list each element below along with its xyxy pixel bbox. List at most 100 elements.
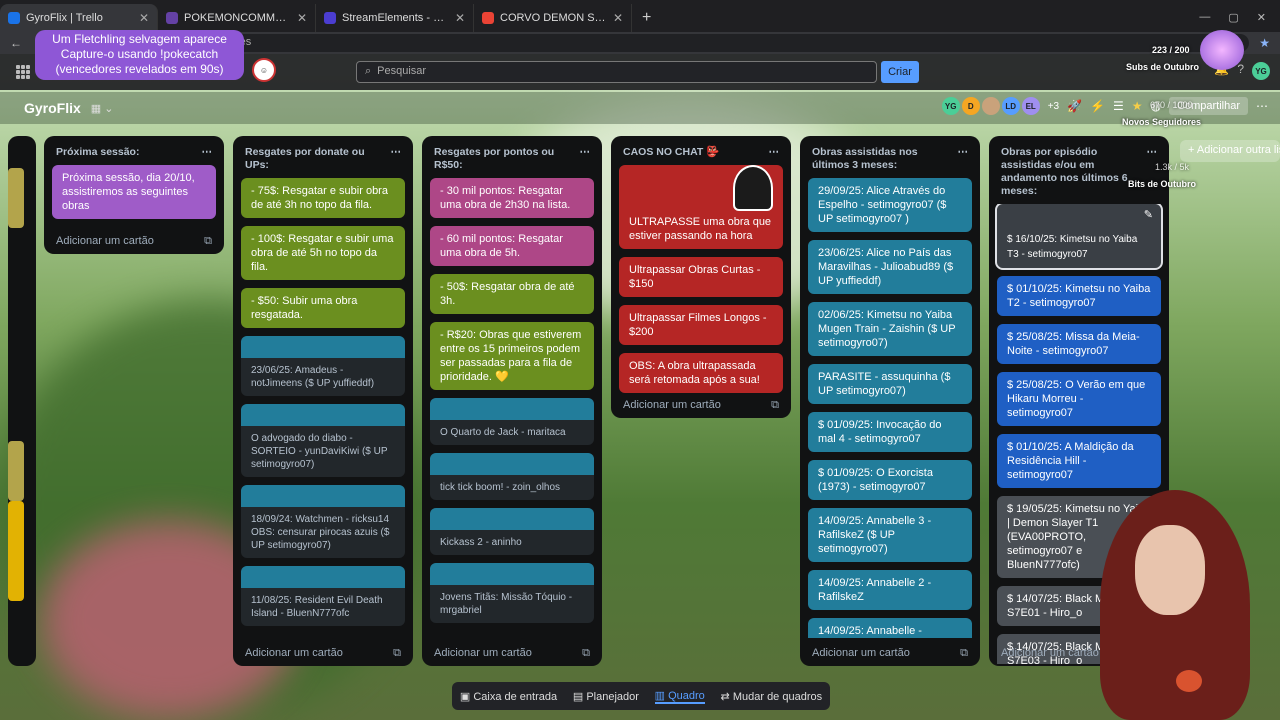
list-title[interactable]: CAOS NO CHAT 👺 <box>623 146 719 159</box>
browser-tab-trello[interactable]: GyroFlix | Trello ✕ <box>0 4 158 32</box>
card[interactable]: 14/09/25: Annabelle - <box>808 618 972 638</box>
list-title[interactable]: Resgates por pontos ou R$50: <box>434 146 580 172</box>
card-cover <box>430 563 594 585</box>
member-avatar-el[interactable]: EL <box>1021 97 1040 115</box>
card[interactable]: - 60 mil pontos: Resgatar uma obra de 5h… <box>430 226 594 266</box>
close-icon[interactable]: ✕ <box>139 11 149 25</box>
minimize-icon[interactable]: — <box>1199 11 1210 24</box>
template-icon[interactable]: ⧉ <box>204 235 212 248</box>
card[interactable]: $ 25/08/25: O Verão em que Hikaru Morreu… <box>997 372 1161 426</box>
card[interactable]: - 100$: Resgatar e subir uma obra de até… <box>241 226 405 280</box>
close-icon[interactable]: ✕ <box>455 11 465 25</box>
filter-icon[interactable]: ☰ <box>1113 99 1124 113</box>
template-icon[interactable]: ⧉ <box>960 647 968 660</box>
member-avatar-yg[interactable]: YG <box>941 97 960 115</box>
list-menu-icon[interactable]: ⋯ <box>580 146 591 172</box>
card-selected[interactable]: ✎ $ 16/10/25: Kimetsu no Yaiba T3 - seti… <box>995 204 1163 270</box>
add-card-button[interactable]: Adicionar um cartão⧉ <box>623 399 779 412</box>
list-title[interactable]: Resgates por donate ou UPs: <box>245 146 391 172</box>
add-card-button[interactable]: Adicionar um cartão⧉ <box>56 235 212 248</box>
board-view-icon[interactable]: ▦ ⌄ <box>91 102 114 115</box>
card[interactable]: 23/06/25: Amadeus - notJimeens ($ UP yuf… <box>241 336 405 396</box>
close-icon[interactable]: ✕ <box>613 11 623 25</box>
partial-card[interactable] <box>8 168 24 228</box>
card[interactable]: $ 01/09/25: Invocação do mal 4 - setimog… <box>808 412 972 452</box>
card[interactable]: Ultrapassar Filmes Longos - $200 <box>619 305 783 345</box>
template-icon[interactable]: ⧉ <box>393 647 401 660</box>
card[interactable]: O advogado do diabo - SORTEIO - yunDaviK… <box>241 404 405 477</box>
help-icon[interactable]: ? <box>1237 62 1244 80</box>
browser-tab-pokemon[interactable]: POKEMONCOMMUNITYGAME ✕ <box>158 4 316 32</box>
card[interactable]: Ultrapassar Obras Curtas - $150 <box>619 257 783 297</box>
member-avatar-ld[interactable]: LD <box>1001 97 1020 115</box>
partial-card[interactable] <box>8 441 24 501</box>
list-menu-icon[interactable]: ⋯ <box>391 146 402 172</box>
card[interactable]: $ 01/10/25: Kimetsu no Yaiba T2 - setimo… <box>997 276 1161 316</box>
maximize-icon[interactable]: ▢ <box>1228 11 1238 24</box>
new-tab-button[interactable]: + <box>632 4 661 32</box>
bits-count: 1.3k / 5k <box>1155 162 1190 172</box>
back-icon[interactable]: ← <box>10 36 22 50</box>
card[interactable]: OBS: A obra ultrapassada será retomada a… <box>619 353 783 393</box>
member-count[interactable]: +3 <box>1048 101 1059 112</box>
search-input[interactable]: ⌕ Pesquisar <box>356 61 877 83</box>
create-button[interactable]: Criar <box>881 61 919 83</box>
card[interactable]: - R$20: Obras que estiverem entre os 15 … <box>430 322 594 390</box>
template-icon[interactable]: ⧉ <box>582 647 590 660</box>
card[interactable]: ULTRAPASSE uma obra que estiver passando… <box>619 165 783 249</box>
card[interactable]: 23/06/25: Alice no País das Maravilhas -… <box>808 240 972 294</box>
list-menu-icon[interactable]: ⋯ <box>769 146 780 159</box>
edit-icon[interactable]: ✎ <box>1144 208 1153 222</box>
star-icon[interactable]: ★ <box>1132 99 1143 113</box>
card[interactable]: O Quarto de Jack - maritaca <box>430 398 594 445</box>
apps-grid-icon[interactable] <box>16 65 30 79</box>
list-menu-icon[interactable]: ⋯ <box>202 146 213 159</box>
bookmark-star-icon[interactable]: ★ <box>1259 36 1270 50</box>
card[interactable]: 18/09/24: Watchmen - ricksu14 OBS: censu… <box>241 485 405 558</box>
add-card-button[interactable]: Adicionar um cartão⧉ <box>245 647 401 660</box>
card[interactable]: $ 01/09/25: O Exorcista (1973) - setimog… <box>808 460 972 500</box>
add-list-button[interactable]: + Adicionar outra lista <box>1180 140 1280 162</box>
list-title[interactable]: Obras por episódio assistidas e/ou em an… <box>1001 146 1147 198</box>
card[interactable]: 14/09/25: Annabelle 3 - RafilskeZ ($ UP … <box>808 508 972 562</box>
board-tab[interactable]: ▥ Quadro <box>654 689 705 704</box>
list-menu-icon[interactable]: ⋯ <box>1147 146 1158 198</box>
browser-tab-google[interactable]: CORVO DEMON SLAYER - Pesqui ✕ <box>474 4 632 32</box>
card[interactable]: tick tick boom! - zoin_olhos <box>430 453 594 500</box>
card[interactable]: 02/06/25: Kimetsu no Yaiba Mugen Train -… <box>808 302 972 356</box>
member-avatar-photo[interactable] <box>981 97 1000 115</box>
card[interactable]: $ 25/08/25: Missa da Meia-Noite - setimo… <box>997 324 1161 364</box>
card[interactable]: Próxima sessão, dia 20/10, assistiremos … <box>52 165 216 219</box>
close-icon[interactable]: ✕ <box>297 11 307 25</box>
card[interactable]: Kickass 2 - aninho <box>430 508 594 555</box>
partial-card[interactable] <box>8 501 24 601</box>
member-avatar-d[interactable]: D <box>961 97 980 115</box>
list-title[interactable]: Próxima sessão: <box>56 146 139 159</box>
card[interactable]: PARASITE - assuquinha ($ UP setimogyro07… <box>808 364 972 404</box>
planner-tab[interactable]: ▤ Planejador <box>573 690 639 703</box>
browser-tab-streamelements[interactable]: StreamElements - Songrequest ✕ <box>316 4 474 32</box>
inbox-tab[interactable]: ▣ Caixa de entrada <box>460 690 557 703</box>
card[interactable]: - 30 mil pontos: Resgatar uma obra de 2h… <box>430 178 594 218</box>
card[interactable]: - 50$: Resgatar obra de até 3h. <box>430 274 594 314</box>
list-menu-icon[interactable]: ⋯ <box>958 146 969 172</box>
template-icon[interactable]: ⧉ <box>771 399 779 412</box>
more-icon[interactable]: ⋯ <box>1256 99 1268 113</box>
switch-boards-tab[interactable]: ⇄ Mudar de quadros <box>721 690 823 703</box>
avatar[interactable]: YG <box>1252 62 1270 80</box>
add-card-button[interactable]: Adicionar um cartão⧉ <box>434 647 590 660</box>
card[interactable]: - 75$: Resgatar e subir obra de até 3h n… <box>241 178 405 218</box>
card[interactable]: 14/09/25: Annabelle 2 - RafilskeZ <box>808 570 972 610</box>
automation-icon[interactable]: ⚡ <box>1090 99 1105 113</box>
card[interactable]: 11/08/25: Resident Evil Death Island - B… <box>241 566 405 626</box>
board-title[interactable]: GyroFlix <box>24 100 81 116</box>
list-title[interactable]: Obras assistidas nos últimos 3 meses: <box>812 146 958 172</box>
subs-count: 223 / 200 <box>1152 45 1190 55</box>
add-card-button[interactable]: Adicionar um cartão⧉ <box>812 647 968 660</box>
card[interactable]: - $50: Subir uma obra resgatada. <box>241 288 405 328</box>
rocket-icon[interactable]: 🚀 <box>1067 99 1082 113</box>
card[interactable]: Jovens Titãs: Missão Tóquio - mrgabriel <box>430 563 594 623</box>
card[interactable]: 29/09/25: Alice Através do Espelho - set… <box>808 178 972 232</box>
close-window-icon[interactable]: ✕ <box>1257 11 1266 24</box>
url-field[interactable]: res <box>222 34 1250 52</box>
